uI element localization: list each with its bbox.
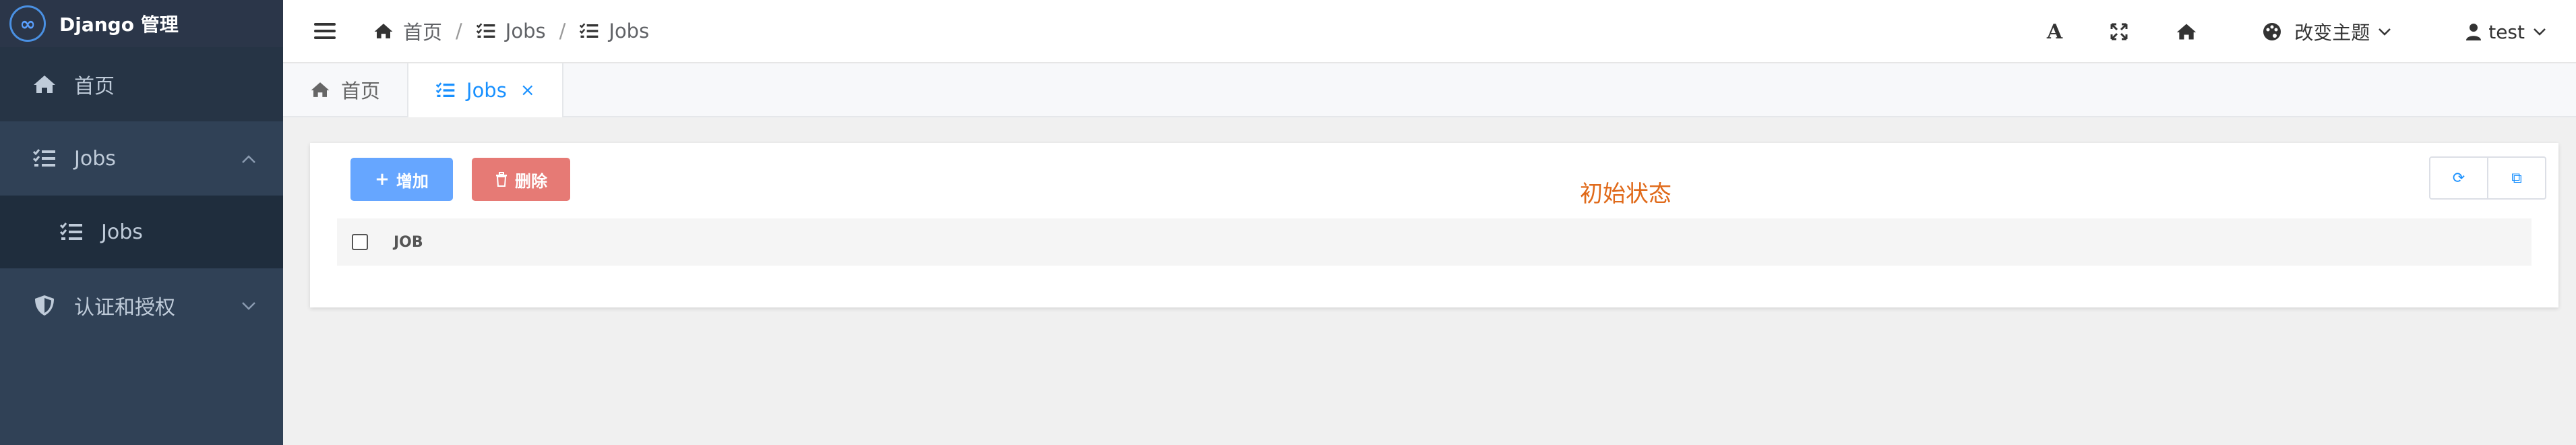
sidebar-item-label: 认证和授权 (74, 296, 175, 320)
theme-dropdown[interactable]: 改变主题 (2262, 18, 2391, 45)
list-check-icon (31, 148, 58, 169)
breadcrumb-separator: / (456, 20, 462, 42)
sidebar-item-label: Jobs (101, 220, 143, 244)
breadcrumb-item-jobs[interactable]: Jobs (476, 20, 546, 42)
list-check-icon (476, 23, 495, 38)
sidebar-item-auth[interactable]: 认证和授权 (0, 268, 283, 343)
sidebar-subitem-jobs[interactable]: Jobs (0, 196, 283, 268)
refresh-button[interactable]: ⟳ (2429, 156, 2488, 200)
sidebar-item-label: 首页 (74, 75, 115, 98)
state-text: 初始状态 (1580, 181, 1672, 208)
export-icon: ⧉ (2511, 169, 2522, 187)
close-icon[interactable]: × (520, 80, 535, 100)
hamburger-menu-icon[interactable] (314, 19, 336, 43)
plus-icon: + (375, 169, 390, 189)
user-icon (2466, 24, 2482, 40)
list-check-icon (580, 23, 599, 38)
column-header-job[interactable]: JOB (394, 234, 423, 251)
top-header: 首页 / Jobs / Jobs A 改变主题 test (283, 0, 2576, 63)
chevron-down-icon (2534, 28, 2546, 36)
content-card: + 增加 删除 初始状态 ⟳ ⧉ JOB (310, 143, 2558, 307)
list-check-icon (435, 82, 455, 97)
palette-icon (2263, 23, 2281, 40)
shield-icon (31, 294, 58, 317)
sidebar: ∞ Django 管理 首页 Jobs Jobs 认证和授权 (0, 0, 283, 445)
breadcrumb-label: Jobs (609, 20, 650, 42)
user-label: test (2488, 20, 2525, 43)
home-icon[interactable] (2176, 22, 2197, 41)
breadcrumb: 首页 / Jobs / Jobs (373, 17, 649, 45)
refresh-icon: ⟳ (2452, 169, 2465, 187)
list-check-icon (58, 222, 85, 242)
delete-button[interactable]: 删除 (472, 158, 570, 201)
home-icon (374, 24, 393, 38)
add-button[interactable]: + 增加 (350, 158, 453, 201)
tab-label: Jobs (466, 79, 507, 102)
tab-label: 首页 (341, 80, 381, 102)
export-button[interactable]: ⧉ (2487, 156, 2546, 200)
sidebar-item-home[interactable]: 首页 (0, 47, 283, 121)
brand-title: Django 管理 (59, 13, 179, 36)
delete-button-label: 删除 (515, 171, 547, 191)
breadcrumb-separator: / (559, 20, 566, 42)
brand: ∞ Django 管理 (0, 0, 283, 47)
breadcrumb-label: Jobs (505, 20, 546, 42)
trash-icon (496, 172, 507, 187)
breadcrumb-label: 首页 (403, 21, 443, 44)
theme-label: 改变主题 (2294, 22, 2370, 44)
django-logo-icon: ∞ (9, 5, 46, 42)
chevron-down-icon (241, 296, 256, 315)
sidebar-submenu-jobs: Jobs (0, 196, 283, 268)
breadcrumb-item-jobs-current: Jobs (579, 20, 649, 42)
fullscreen-icon[interactable] (2110, 22, 2128, 41)
add-button-label: 增加 (396, 171, 429, 191)
tabs-bar: 首页 Jobs × (283, 63, 2576, 117)
home-icon (31, 74, 58, 94)
sidebar-item-jobs[interactable]: Jobs (0, 121, 283, 196)
select-all-checkbox[interactable] (352, 234, 368, 250)
table-header: JOB (337, 218, 2532, 266)
tab-home[interactable]: 首页 (283, 63, 409, 116)
user-dropdown[interactable]: test (2465, 21, 2546, 43)
header-actions: A 改变主题 test (2000, 0, 2546, 63)
sidebar-item-label: Jobs (74, 146, 116, 171)
chevron-down-icon (2379, 28, 2391, 36)
tab-jobs[interactable]: Jobs × (408, 63, 563, 117)
breadcrumb-item-home[interactable]: 首页 (373, 17, 442, 45)
font-size-button[interactable]: A (2047, 20, 2062, 44)
chevron-up-icon (241, 149, 256, 168)
home-icon (311, 82, 330, 97)
